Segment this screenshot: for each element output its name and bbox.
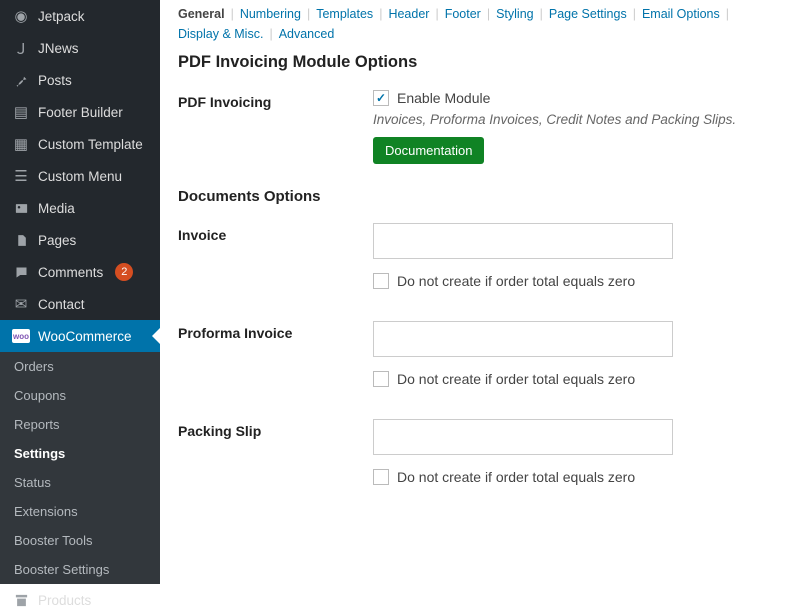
tab-templates[interactable]: Templates — [316, 7, 373, 21]
row-packing-slip: Packing Slip Do not create if order tota… — [178, 419, 782, 491]
tab-email-options[interactable]: Email Options — [642, 7, 720, 21]
media-icon — [12, 199, 30, 217]
pages-icon — [12, 231, 30, 249]
comments-badge: 2 — [115, 263, 133, 281]
label-proforma-invoice: Proforma Invoice — [178, 321, 373, 393]
sidebar-item-custom-template[interactable]: ▦ Custom Template — [0, 128, 160, 160]
tab-footer[interactable]: Footer — [445, 7, 481, 21]
sidebar-sub-label: Booster Tools — [14, 533, 93, 548]
sidebar-sub-extensions[interactable]: Extensions — [0, 497, 160, 526]
tab-display-misc[interactable]: Display & Misc. — [178, 27, 263, 41]
contact-icon: ✉ — [12, 295, 30, 313]
comments-icon — [12, 263, 30, 281]
sidebar-sub-reports[interactable]: Reports — [0, 410, 160, 439]
sidebar-sub-label: Booster Settings — [14, 562, 109, 577]
sidebar-item-label: Pages — [38, 233, 76, 248]
sidebar-sub-booster-tools[interactable]: Booster Tools — [0, 526, 160, 555]
sidebar-item-jnews[interactable]: Ｊ JNews — [0, 32, 160, 64]
woocommerce-icon: woo — [12, 327, 30, 345]
checkbox-icon — [373, 90, 389, 106]
tab-advanced[interactable]: Advanced — [279, 27, 335, 41]
enable-module-checkbox[interactable]: Enable Module — [373, 90, 782, 106]
sidebar-sub-status[interactable]: Status — [0, 468, 160, 497]
sidebar-item-label: Products — [38, 593, 91, 608]
page-title: PDF Invoicing Module Options — [178, 53, 782, 72]
sidebar-item-custom-menu[interactable]: ☰ Custom Menu — [0, 160, 160, 192]
sidebar-sub-label: Coupons — [14, 388, 66, 403]
sidebar-sub-label: Orders — [14, 359, 54, 374]
sidebar-item-woocommerce[interactable]: woo WooCommerce — [0, 320, 160, 352]
sidebar-item-label: Contact — [38, 297, 85, 312]
sidebar-item-label: Media — [38, 201, 75, 216]
sidebar-sub-booster-settings[interactable]: Booster Settings — [0, 555, 160, 584]
packing-slip-zero-label: Do not create if order total equals zero — [397, 469, 635, 485]
sidebar-item-label: Comments — [38, 265, 103, 280]
sidebar-item-products[interactable]: Products — [0, 584, 160, 616]
sidebar-item-footer-builder[interactable]: ▤ Footer Builder — [0, 96, 160, 128]
menu-icon: ☰ — [12, 167, 30, 185]
sidebar-item-label: Custom Menu — [38, 169, 122, 184]
sidebar-item-jetpack[interactable]: ◉ Jetpack — [0, 0, 160, 32]
sidebar-sub-label: Reports — [14, 417, 60, 432]
sidebar-item-contact[interactable]: ✉ Contact — [0, 288, 160, 320]
sidebar-item-posts[interactable]: Posts — [0, 64, 160, 96]
label-invoice: Invoice — [178, 223, 373, 295]
label-packing-slip: Packing Slip — [178, 419, 373, 491]
enable-module-label: Enable Module — [397, 90, 490, 106]
sidebar-item-media[interactable]: Media — [0, 192, 160, 224]
proforma-invoice-input[interactable] — [373, 321, 673, 357]
sidebar-sub-label: Settings — [14, 446, 65, 461]
sidebar-sub-coupons[interactable]: Coupons — [0, 381, 160, 410]
row-invoice: Invoice Do not create if order total equ… — [178, 223, 782, 295]
documentation-button[interactable]: Documentation — [373, 137, 484, 164]
row-pdf-invoicing: PDF Invoicing Enable Module Invoices, Pr… — [178, 90, 782, 164]
footer-icon: ▤ — [12, 103, 30, 121]
tab-general[interactable]: General — [178, 7, 225, 21]
tab-styling[interactable]: Styling — [496, 7, 534, 21]
jetpack-icon: ◉ — [12, 7, 30, 25]
settings-tabs: General| Numbering| Templates| Header| F… — [178, 0, 782, 47]
sidebar-item-comments[interactable]: Comments 2 — [0, 256, 160, 288]
tab-page-settings[interactable]: Page Settings — [549, 7, 627, 21]
admin-sidebar: ◉ Jetpack Ｊ JNews Posts ▤ Footer Builder… — [0, 0, 160, 560]
sidebar-item-label: JNews — [38, 41, 79, 56]
label-pdf-invoicing: PDF Invoicing — [178, 90, 373, 164]
invoice-zero-checkbox[interactable]: Do not create if order total equals zero — [373, 273, 782, 289]
documents-options-heading: Documents Options — [178, 188, 782, 205]
proforma-zero-checkbox[interactable]: Do not create if order total equals zero — [373, 371, 782, 387]
main-content: General| Numbering| Templates| Header| F… — [160, 0, 800, 560]
template-icon: ▦ — [12, 135, 30, 153]
invoice-zero-label: Do not create if order total equals zero — [397, 273, 635, 289]
packing-slip-zero-checkbox[interactable]: Do not create if order total equals zero — [373, 469, 782, 485]
sidebar-item-label: Jetpack — [38, 9, 85, 24]
sidebar-item-label: WooCommerce — [38, 329, 132, 344]
sidebar-sub-label: Status — [14, 475, 51, 490]
sidebar-sub-settings[interactable]: Settings — [0, 439, 160, 468]
sidebar-item-pages[interactable]: Pages — [0, 224, 160, 256]
sidebar-sub-label: Extensions — [14, 504, 78, 519]
checkbox-icon — [373, 273, 389, 289]
invoice-input[interactable] — [373, 223, 673, 259]
sidebar-item-label: Custom Template — [38, 137, 143, 152]
module-description: Invoices, Proforma Invoices, Credit Note… — [373, 112, 782, 127]
pin-icon — [12, 71, 30, 89]
jnews-icon: Ｊ — [12, 39, 30, 57]
proforma-zero-label: Do not create if order total equals zero — [397, 371, 635, 387]
products-icon — [12, 591, 30, 609]
checkbox-icon — [373, 371, 389, 387]
packing-slip-input[interactable] — [373, 419, 673, 455]
sidebar-sub-orders[interactable]: Orders — [0, 352, 160, 381]
tab-header[interactable]: Header — [388, 7, 429, 21]
checkbox-icon — [373, 469, 389, 485]
sidebar-item-label: Posts — [38, 73, 72, 88]
tab-numbering[interactable]: Numbering — [240, 7, 301, 21]
sidebar-item-label: Footer Builder — [38, 105, 123, 120]
row-proforma-invoice: Proforma Invoice Do not create if order … — [178, 321, 782, 393]
